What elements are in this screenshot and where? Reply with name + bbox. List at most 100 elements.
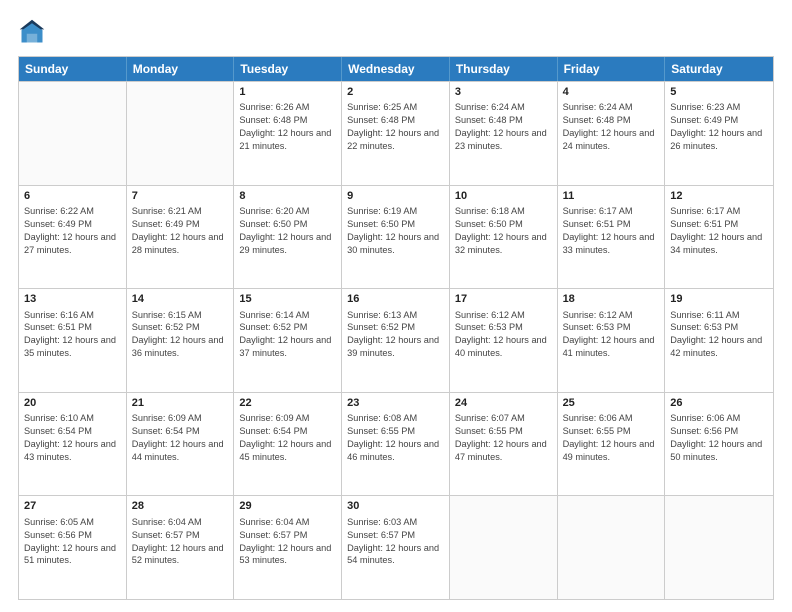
day-number: 10 (455, 189, 552, 204)
day-number: 13 (24, 292, 121, 307)
day-header-friday: Friday (558, 57, 666, 81)
day-cell-24: 24Sunrise: 6:07 AMSunset: 6:55 PMDayligh… (450, 393, 558, 496)
day-header-wednesday: Wednesday (342, 57, 450, 81)
day-info: Sunrise: 6:13 AMSunset: 6:52 PMDaylight:… (347, 309, 444, 361)
week-row-2: 6Sunrise: 6:22 AMSunset: 6:49 PMDaylight… (19, 185, 773, 289)
day-number: 26 (670, 396, 768, 411)
day-cell-16: 16 Sunrise: 6:13 AMSunset: 6:52 PMDayligh… (342, 289, 450, 392)
day-info: Sunrise: 6:03 AMSunset: 6:57 PMDaylight:… (347, 516, 444, 568)
day-cell-7: 7Sunrise: 6:21 AMSunset: 6:49 PMDaylight… (127, 186, 235, 289)
day-number: 28 (132, 499, 229, 514)
day-number: 24 (455, 396, 552, 411)
day-info: Sunrise: 6:06 AMSunset: 6:56 PMDaylight:… (670, 412, 768, 464)
day-info: Sunrise: 6:16 AMSunset: 6:51 PMDaylight:… (24, 309, 121, 361)
week-row-4: 20Sunrise: 6:10 AMSunset: 6:54 PMDayligh… (19, 392, 773, 496)
day-cell-27: 27 Sunrise: 6:05 AMSunset: 6:56 PMDayligh… (19, 496, 127, 599)
day-number: 23 (347, 396, 444, 411)
day-cell-29: 29 Sunrise: 6:04 AMSunset: 6:57 PMDayligh… (234, 496, 342, 599)
day-number: 25 (563, 396, 660, 411)
day-cell-18: 18 Sunrise: 6:12 AMSunset: 6:53 PMDayligh… (558, 289, 666, 392)
day-info: Sunrise: 6:04 AMSunset: 6:57 PMDaylight:… (132, 516, 229, 568)
day-cell-23: 23Sunrise: 6:08 AMSunset: 6:55 PMDayligh… (342, 393, 450, 496)
day-info: Sunrise: 6:19 AMSunset: 6:50 PMDaylight:… (347, 205, 444, 257)
day-number: 5 (670, 85, 768, 100)
day-info: Sunrise: 6:21 AMSunset: 6:49 PMDaylight:… (132, 205, 229, 257)
day-info: Sunrise: 6:09 AMSunset: 6:54 PMDaylight:… (239, 412, 336, 464)
day-number: 1 (239, 85, 336, 100)
day-info: Sunrise: 6:14 AMSunset: 6:52 PMDaylight:… (239, 309, 336, 361)
day-info: Sunrise: 6:20 AMSunset: 6:50 PMDaylight:… (239, 205, 336, 257)
day-info: Sunrise: 6:15 AMSunset: 6:52 PMDaylight:… (132, 309, 229, 361)
day-cell-21: 21Sunrise: 6:09 AMSunset: 6:54 PMDayligh… (127, 393, 235, 496)
day-cell-8: 8Sunrise: 6:20 AMSunset: 6:50 PMDaylight… (234, 186, 342, 289)
day-cell-10: 10Sunrise: 6:18 AMSunset: 6:50 PMDayligh… (450, 186, 558, 289)
day-info: Sunrise: 6:04 AMSunset: 6:57 PMDaylight:… (239, 516, 336, 568)
day-cell-14: 14 Sunrise: 6:15 AMSunset: 6:52 PMDayligh… (127, 289, 235, 392)
day-header-saturday: Saturday (665, 57, 773, 81)
empty-cell (19, 82, 127, 185)
day-info: Sunrise: 6:25 AMSunset: 6:48 PMDaylight:… (347, 101, 444, 153)
day-cell-2: 2Sunrise: 6:25 AMSunset: 6:48 PMDaylight… (342, 82, 450, 185)
day-number: 7 (132, 189, 229, 204)
day-number: 21 (132, 396, 229, 411)
day-number: 30 (347, 499, 444, 514)
day-info: Sunrise: 6:06 AMSunset: 6:55 PMDaylight:… (563, 412, 660, 464)
day-number: 8 (239, 189, 336, 204)
week-row-5: 27 Sunrise: 6:05 AMSunset: 6:56 PMDayligh… (19, 495, 773, 599)
day-info: Sunrise: 6:10 AMSunset: 6:54 PMDaylight:… (24, 412, 121, 464)
day-info: Sunrise: 6:18 AMSunset: 6:50 PMDaylight:… (455, 205, 552, 257)
day-cell-12: 12Sunrise: 6:17 AMSunset: 6:51 PMDayligh… (665, 186, 773, 289)
day-number: 29 (239, 499, 336, 514)
day-info: Sunrise: 6:12 AMSunset: 6:53 PMDaylight:… (455, 309, 552, 361)
day-info: Sunrise: 6:24 AMSunset: 6:48 PMDaylight:… (455, 101, 552, 153)
day-number: 14 (132, 292, 229, 307)
day-cell-5: 5Sunrise: 6:23 AMSunset: 6:49 PMDaylight… (665, 82, 773, 185)
day-cell-19: 19 Sunrise: 6:11 AMSunset: 6:53 PMDayligh… (665, 289, 773, 392)
day-cell-13: 13 Sunrise: 6:16 AMSunset: 6:51 PMDayligh… (19, 289, 127, 392)
logo (18, 18, 50, 46)
day-number: 4 (563, 85, 660, 100)
empty-cell (127, 82, 235, 185)
empty-cell (558, 496, 666, 599)
day-cell-6: 6Sunrise: 6:22 AMSunset: 6:49 PMDaylight… (19, 186, 127, 289)
day-cell-22: 22Sunrise: 6:09 AMSunset: 6:54 PMDayligh… (234, 393, 342, 496)
day-header-thursday: Thursday (450, 57, 558, 81)
day-info: Sunrise: 6:17 AMSunset: 6:51 PMDaylight:… (670, 205, 768, 257)
day-cell-9: 9Sunrise: 6:19 AMSunset: 6:50 PMDaylight… (342, 186, 450, 289)
day-cell-17: 17Sunrise: 6:12 AMSunset: 6:53 PMDayligh… (450, 289, 558, 392)
day-header-monday: Monday (127, 57, 235, 81)
day-cell-20: 20Sunrise: 6:10 AMSunset: 6:54 PMDayligh… (19, 393, 127, 496)
day-info: Sunrise: 6:08 AMSunset: 6:55 PMDaylight:… (347, 412, 444, 464)
day-cell-28: 28 Sunrise: 6:04 AMSunset: 6:57 PMDayligh… (127, 496, 235, 599)
day-number: 27 (24, 499, 121, 514)
header (18, 18, 774, 46)
day-cell-15: 15 Sunrise: 6:14 AMSunset: 6:52 PMDayligh… (234, 289, 342, 392)
day-number: 16 (347, 292, 444, 307)
day-info: Sunrise: 6:12 AMSunset: 6:53 PMDaylight:… (563, 309, 660, 361)
day-cell-11: 11Sunrise: 6:17 AMSunset: 6:51 PMDayligh… (558, 186, 666, 289)
day-info: Sunrise: 6:26 AMSunset: 6:48 PMDaylight:… (239, 101, 336, 153)
day-number: 20 (24, 396, 121, 411)
day-info: Sunrise: 6:05 AMSunset: 6:56 PMDaylight:… (24, 516, 121, 568)
day-cell-1: 1Sunrise: 6:26 AMSunset: 6:48 PMDaylight… (234, 82, 342, 185)
day-number: 2 (347, 85, 444, 100)
day-info: Sunrise: 6:09 AMSunset: 6:54 PMDaylight:… (132, 412, 229, 464)
day-info: Sunrise: 6:24 AMSunset: 6:48 PMDaylight:… (563, 101, 660, 153)
empty-cell (665, 496, 773, 599)
day-cell-25: 25Sunrise: 6:06 AMSunset: 6:55 PMDayligh… (558, 393, 666, 496)
day-cell-30: 30 Sunrise: 6:03 AMSunset: 6:57 PMDayligh… (342, 496, 450, 599)
day-number: 22 (239, 396, 336, 411)
day-number: 11 (563, 189, 660, 204)
day-number: 19 (670, 292, 768, 307)
day-info: Sunrise: 6:11 AMSunset: 6:53 PMDaylight:… (670, 309, 768, 361)
empty-cell (450, 496, 558, 599)
day-number: 18 (563, 292, 660, 307)
page: SundayMondayTuesdayWednesdayThursdayFrid… (0, 0, 792, 612)
day-cell-4: 4Sunrise: 6:24 AMSunset: 6:48 PMDaylight… (558, 82, 666, 185)
day-number: 3 (455, 85, 552, 100)
calendar-header: SundayMondayTuesdayWednesdayThursdayFrid… (19, 57, 773, 81)
day-number: 15 (239, 292, 336, 307)
logo-icon (18, 18, 46, 46)
day-number: 9 (347, 189, 444, 204)
day-number: 6 (24, 189, 121, 204)
